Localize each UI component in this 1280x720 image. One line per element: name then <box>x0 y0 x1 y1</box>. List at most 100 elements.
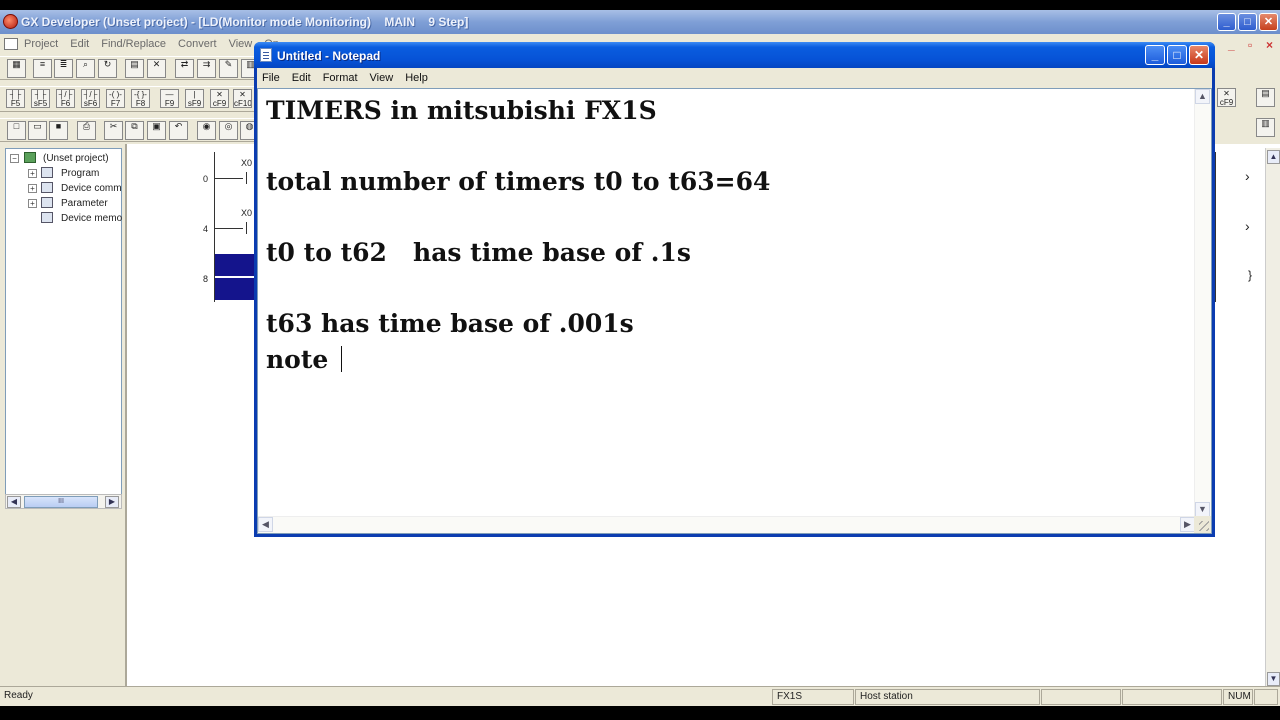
gx-window-title: GX Developer (Unset project) - [LD(Monit… <box>21 15 469 29</box>
right-rail-arrow-icon: › <box>1245 218 1250 234</box>
notepad-vertical-scrollbar[interactable]: ▲ ▼ <box>1194 89 1211 517</box>
project-icon <box>24 152 36 163</box>
monitor-icon[interactable]: ▦ <box>7 59 26 78</box>
comment-icon[interactable]: ▤ <box>125 59 144 78</box>
right-function-key[interactable]: ✕ cF9 <box>1217 88 1236 107</box>
save-icon[interactable]: ■ <box>49 121 68 140</box>
mdi-minimize-icon[interactable]: _ <box>1228 38 1235 52</box>
program-folder-icon <box>41 167 53 178</box>
scroll-left-arrow-icon[interactable]: ◀ <box>7 496 21 508</box>
scroll-down-arrow-icon[interactable]: ▼ <box>1267 672 1280 686</box>
text-caret <box>341 345 343 372</box>
replace-icon[interactable]: ↻ <box>98 59 117 78</box>
scroll-right-arrow-icon[interactable]: ▶ <box>1180 517 1195 532</box>
toolbar-3: □ ▭ ■ ⎙ ✂ ⧉ ▣ ↶ ◉ ◎ ◍ <box>0 118 260 142</box>
notepad-maximize-button[interactable]: □ <box>1167 45 1187 65</box>
convert-icon[interactable]: ⇄ <box>175 59 194 78</box>
gx-maximize-button[interactable]: □ <box>1238 13 1257 31</box>
notepad-text-area[interactable]: TIMERS in mitsubishi FX1S total number o… <box>257 88 1212 534</box>
convert-all-icon[interactable]: ⇉ <box>197 59 216 78</box>
rung-wire <box>215 228 243 229</box>
vline-key[interactable]: | sF9 <box>185 89 204 108</box>
right-rail-bracket-icon: } <box>1248 268 1253 282</box>
tree-item-device-memory[interactable]: Device memo <box>61 213 122 224</box>
selection-cursor[interactable] <box>215 278 255 300</box>
parallel-closed-key[interactable]: ┤/├ sF6 <box>81 89 100 108</box>
menu-convert[interactable]: Convert <box>178 38 224 50</box>
instruction-key[interactable]: -{ }- F8 <box>131 89 150 108</box>
gx-close-button[interactable]: ✕ <box>1259 13 1278 31</box>
notepad-horizontal-scrollbar[interactable]: ◀ ▶ <box>258 516 1195 533</box>
tree-item-program[interactable]: Program <box>61 168 99 179</box>
resize-grip-icon[interactable] <box>1194 516 1211 533</box>
tree-horizontal-scrollbar[interactable]: ◀ III ▶ <box>5 494 122 509</box>
scroll-down-arrow-icon[interactable]: ▼ <box>1195 502 1210 517</box>
delete-vline-key[interactable]: ✕ cF10 <box>233 89 252 108</box>
mdi-close-icon[interactable]: × <box>1266 38 1273 52</box>
coil-key[interactable]: -( )- F7 <box>106 89 125 108</box>
cut-icon[interactable]: ✂ <box>104 121 123 140</box>
notepad-window-title: Untitled - Notepad <box>277 49 381 63</box>
tree-root-label[interactable]: (Unset project) <box>43 153 109 164</box>
paste-icon[interactable]: ▣ <box>147 121 166 140</box>
notepad-minimize-button[interactable]: _ <box>1145 45 1165 65</box>
copy-icon[interactable]: ⧉ <box>125 121 144 140</box>
notepad-menu-edit[interactable]: Edit <box>292 72 311 84</box>
gx-minimize-button[interactable]: _ <box>1217 13 1236 31</box>
ladder-view-icon[interactable]: ≡ <box>33 59 52 78</box>
ladder-symbol-toolbar: ┤├ F5 ┤├ sF5 ┤/├ F6 ┤/├ sF6 -( )- F7 -{ }- F8 … <box>0 86 260 112</box>
parallel-open-key[interactable]: ┤├ sF5 <box>31 89 50 108</box>
tree-item-parameter[interactable]: Parameter <box>61 198 108 209</box>
closed-contact-key[interactable]: ┤/├ F6 <box>56 89 75 108</box>
list-view-icon[interactable]: ≣ <box>54 59 73 78</box>
menu-edit[interactable]: Edit <box>70 38 96 50</box>
notepad-menu-help[interactable]: Help <box>405 72 428 84</box>
notepad-text-content[interactable]: TIMERS in mitsubishi FX1S total number o… <box>266 93 1186 511</box>
contact-symbol[interactable] <box>246 222 247 234</box>
tree-expand-device-comment[interactable]: + <box>28 184 37 193</box>
delete-icon[interactable]: ✕ <box>147 59 166 78</box>
scroll-up-arrow-icon[interactable]: ▲ <box>1195 89 1210 104</box>
notepad-title-bar[interactable]: Untitled - Notepad _ □ ✕ <box>254 42 1215 68</box>
menu-find-replace[interactable]: Find/Replace <box>101 38 173 50</box>
write-icon[interactable]: ✎ <box>219 59 238 78</box>
status-blank-3 <box>1254 689 1278 705</box>
find-icon[interactable]: ⌕ <box>76 59 95 78</box>
ladder-vertical-scrollbar[interactable]: ▲ ▼ <box>1265 148 1280 690</box>
undo-icon[interactable]: ↶ <box>169 121 188 140</box>
gx-developer-window: GX Developer (Unset project) - [LD(Monit… <box>0 10 1280 706</box>
monitor-start-icon[interactable]: ◎ <box>219 121 238 140</box>
status-bar: Ready FX1S Host station NUM <box>0 686 1280 706</box>
notepad-icon[interactable] <box>260 48 272 62</box>
scroll-right-arrow-icon[interactable]: ▶ <box>105 496 119 508</box>
hline-key[interactable]: — F9 <box>160 89 179 108</box>
mdi-doc-icon[interactable] <box>4 38 18 50</box>
right-tool-icon-2[interactable]: ▥ <box>1256 118 1275 137</box>
open-folder-icon[interactable]: ▭ <box>28 121 47 140</box>
selection-cursor[interactable] <box>215 254 255 276</box>
status-ready: Ready <box>4 690 33 701</box>
gx-title-bar[interactable]: GX Developer (Unset project) - [LD(Monit… <box>0 10 1280 34</box>
print-icon[interactable]: ⎙ <box>77 121 96 140</box>
tree-expand-program[interactable]: + <box>28 169 37 178</box>
notepad-menu-file[interactable]: File <box>262 72 280 84</box>
menu-project[interactable]: Project <box>24 38 65 50</box>
tree-expand-parameter[interactable]: + <box>28 199 37 208</box>
open-contact-key[interactable]: ┤├ F5 <box>6 89 25 108</box>
right-tool-icon-1[interactable]: ▤ <box>1256 88 1275 107</box>
delete-hline-key[interactable]: ✕ cF9 <box>210 89 229 108</box>
mdi-restore-icon[interactable]: ▫ <box>1248 38 1252 52</box>
scroll-left-arrow-icon[interactable]: ◀ <box>258 517 273 532</box>
tree-collapse-root[interactable]: − <box>10 154 19 163</box>
scroll-thumb[interactable]: III <box>24 496 98 508</box>
tree-item-device-comment[interactable]: Device comm <box>61 183 122 194</box>
zoom-icon[interactable]: ◉ <box>197 121 216 140</box>
scroll-up-arrow-icon[interactable]: ▲ <box>1267 150 1280 164</box>
notepad-menu-view[interactable]: View <box>370 72 394 84</box>
notepad-close-button[interactable]: ✕ <box>1189 45 1209 65</box>
gx-app-icon[interactable] <box>3 14 18 29</box>
notepad-menu-format[interactable]: Format <box>323 72 358 84</box>
parameter-icon <box>41 197 53 208</box>
contact-symbol[interactable] <box>246 172 247 184</box>
new-file-icon[interactable]: □ <box>7 121 26 140</box>
